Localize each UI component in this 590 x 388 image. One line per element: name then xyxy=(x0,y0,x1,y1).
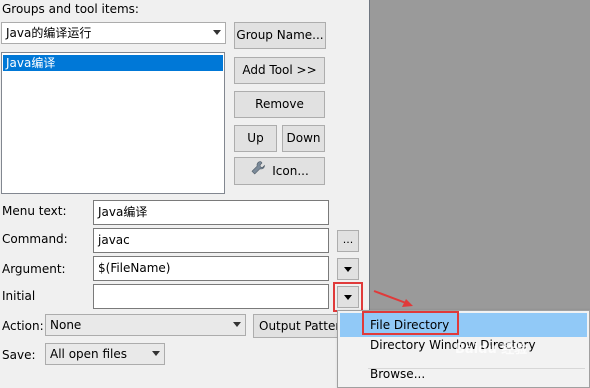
command-browse-button[interactable]: ... xyxy=(337,230,359,252)
group-name-button[interactable]: Group Name... xyxy=(234,22,326,49)
argument-field[interactable]: $(FileName) xyxy=(93,256,329,281)
watermark: Baidu 经验 xyxy=(455,342,528,357)
initial-label: Initial xyxy=(2,289,36,303)
save-select[interactable]: All open files xyxy=(45,343,165,365)
wrench-icon xyxy=(250,159,266,185)
save-select-value: All open files xyxy=(50,347,127,361)
group-select[interactable]: Java的编译运行 xyxy=(1,22,226,44)
output-pattern-button[interactable]: Output Patter xyxy=(253,314,343,338)
argument-dropdown-button[interactable] xyxy=(337,258,359,280)
menu-text-field[interactable]: Java编译 xyxy=(93,200,329,225)
icon-button[interactable]: Icon... xyxy=(234,157,325,185)
command-label: Command: xyxy=(2,232,68,246)
action-select-value: None xyxy=(50,318,82,332)
down-button[interactable]: Down xyxy=(282,125,325,152)
add-tool-button[interactable]: Add Tool >> xyxy=(234,57,325,84)
menu-text-label: Menu text: xyxy=(2,204,67,218)
chevron-down-icon xyxy=(233,322,241,327)
chevron-down-icon xyxy=(213,30,221,35)
group-select-value: Java的编译运行 xyxy=(6,26,92,40)
chevron-down-icon xyxy=(152,351,160,356)
tools-dialog: Groups and tool items: Java的编译运行 Java编译 … xyxy=(0,0,370,388)
command-field[interactable]: javac xyxy=(93,228,329,253)
tool-items-list[interactable]: Java编译 xyxy=(1,52,225,194)
action-select[interactable]: None xyxy=(45,314,246,336)
icon-button-label: Icon... xyxy=(272,164,309,178)
list-item[interactable]: Java编译 xyxy=(3,55,223,71)
save-label: Save: xyxy=(2,348,36,362)
annotation-highlight-file-directory xyxy=(362,311,459,335)
menu-item-browse[interactable]: Browse... xyxy=(340,362,587,386)
action-label: Action: xyxy=(2,319,44,333)
remove-button[interactable]: Remove xyxy=(234,91,325,118)
initial-directory-field[interactable] xyxy=(93,284,329,309)
up-button[interactable]: Up xyxy=(234,125,277,152)
annotation-arrow-icon xyxy=(373,290,413,307)
argument-label: Argument: xyxy=(2,262,66,276)
groups-label: Groups and tool items: xyxy=(2,2,139,16)
chevron-down-icon xyxy=(344,267,352,272)
annotation-highlight-dropdown xyxy=(333,282,363,312)
